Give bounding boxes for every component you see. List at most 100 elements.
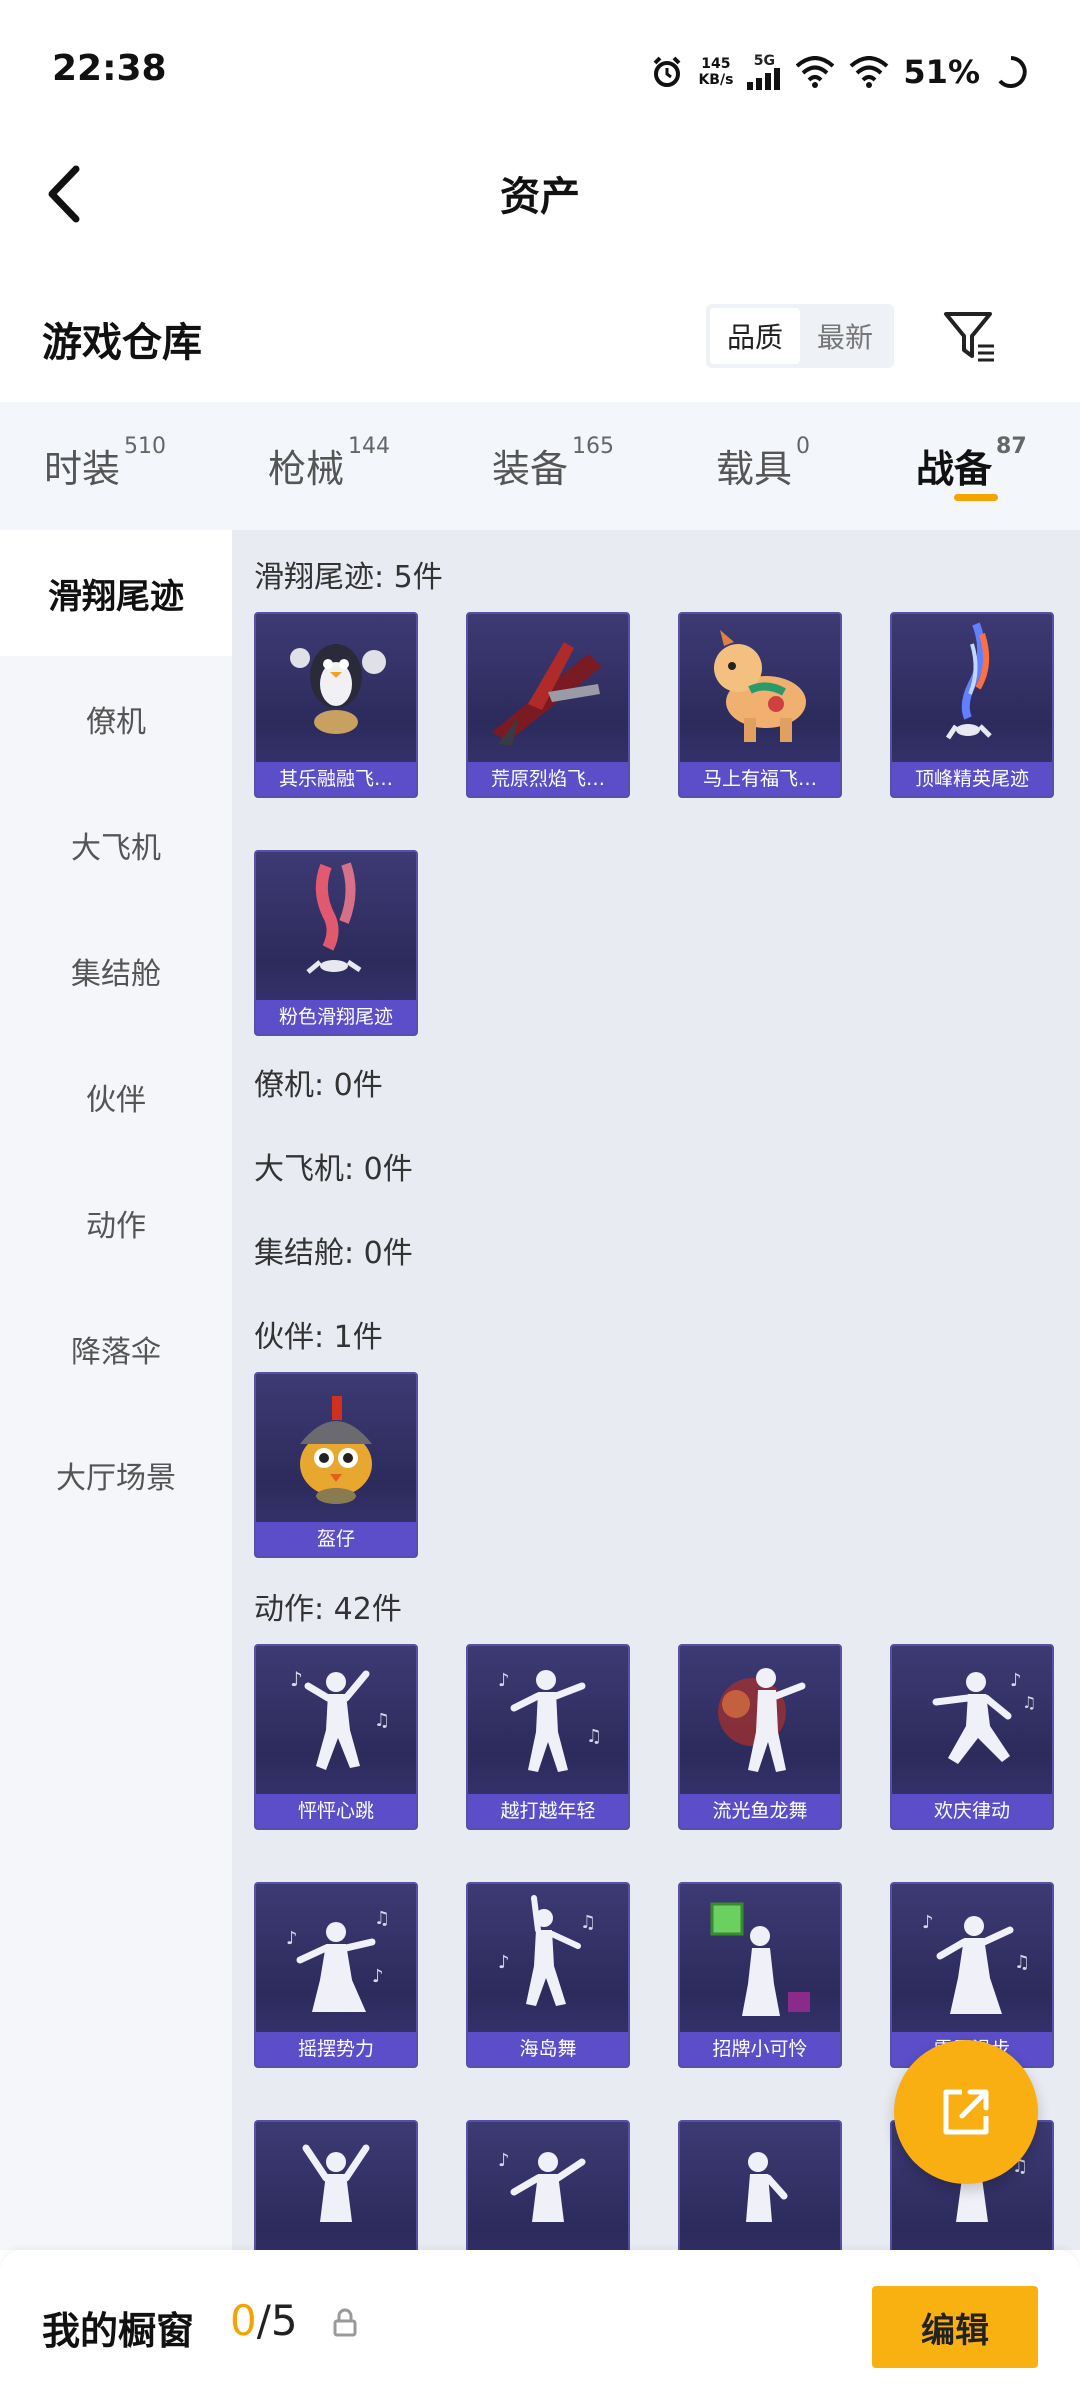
item-card[interactable]: 流光鱼龙舞 (678, 1644, 842, 1830)
sidebar-item-companion[interactable]: 伙伴 (0, 1034, 232, 1160)
cellular-signal: 5G (747, 54, 781, 90)
sidebar-item-pod[interactable]: 集结舱 (0, 908, 232, 1034)
filter-icon (944, 312, 994, 362)
status-icons: 145 KB/s 5G 51% (650, 50, 1028, 94)
section-heading-wingman: 僚机: 0件 (254, 1068, 383, 1103)
item-name: 欢庆律动 (892, 1794, 1052, 1828)
battery-icon (998, 56, 1027, 88)
tab-vehicles[interactable]: 载具0 (716, 434, 810, 493)
category-tabs: 时装510 枪械144 装备165 载具0 战备87 (0, 402, 1080, 530)
svg-text:♪: ♪ (922, 1912, 934, 1933)
item-card[interactable]: 盔仔 (254, 1372, 418, 1558)
item-card[interactable]: 马上有福飞… (678, 612, 842, 798)
dancer-silhouette-icon: ♪♫ (932, 1670, 1036, 1764)
svg-text:♪: ♪ (372, 1966, 384, 1987)
svg-text:♫: ♫ (374, 1908, 390, 1929)
pink-trail-art (306, 862, 362, 974)
dancer-silhouette-icon: ♪ (498, 2150, 586, 2222)
svg-text:♫: ♫ (586, 1726, 602, 1747)
showcase-label: 我的橱窗 (42, 2309, 195, 2353)
item-name: 招牌小可怜 (680, 2032, 840, 2066)
item-name: 马上有福飞… (680, 762, 840, 796)
dancer-silhouette-icon (710, 1902, 810, 2016)
tab-fashion[interactable]: 时装510 (44, 434, 166, 493)
item-card[interactable]: ♪ ♫ 欢庆律动 (890, 1644, 1054, 1830)
dancer-silhouette-icon: ♪ ♫ ♪ (286, 1908, 390, 2012)
sort-option-latest[interactable]: 最新 (800, 308, 890, 364)
dancer-silhouette-icon: ♪♫ (498, 1670, 602, 1772)
content-area: 滑翔尾迹: 5件 其乐融融飞… 荒原烈焰飞… 马上有福飞… 顶峰精英尾迹 粉色滑… (232, 530, 1080, 2250)
lock-icon (333, 2308, 357, 2337)
dancer-silhouette-icon (746, 2152, 788, 2222)
item-card[interactable]: ♪ ♫ 越打越年轻 (466, 1644, 630, 1830)
item-name: 荒原烈焰飞… (468, 762, 628, 796)
item-name: 海岛舞 (468, 2032, 628, 2066)
item-name: 越打越年轻 (468, 1794, 628, 1828)
sort-option-quality[interactable]: 品质 (710, 308, 800, 364)
svg-text:♪: ♪ (286, 1928, 298, 1949)
svg-text:♫: ♫ (374, 1710, 390, 1731)
penguin-trail-art (290, 644, 386, 734)
item-card[interactable]: 招牌小可怜 (678, 1882, 842, 2068)
section-title: 游戏仓库 (42, 320, 202, 366)
svg-text:♪: ♪ (498, 1670, 510, 1691)
item-name: 怦怦心跳 (256, 1794, 416, 1828)
item-card[interactable]: ♪ ♫ 海岛舞 (466, 1882, 630, 2068)
sidebar: 滑翔尾迹 僚机 大飞机 集结舱 伙伴 动作 降落伞 大厅场景 (0, 530, 232, 2250)
item-name: 其乐融融飞… (256, 762, 416, 796)
item-name: 顶峰精英尾迹 (892, 762, 1052, 796)
sidebar-item-parachute[interactable]: 降落伞 (0, 1286, 232, 1412)
battery-percent: 51% (903, 53, 980, 91)
horse-trail-art (714, 630, 806, 742)
sidebar-item-glide-trail[interactable]: 滑翔尾迹 (0, 530, 232, 656)
sort-toggle: 品质 最新 (706, 304, 894, 368)
showcase-count: 0/5 (230, 2296, 298, 2345)
item-card[interactable] (254, 2120, 418, 2250)
sidebar-item-emote[interactable]: 动作 (0, 1160, 232, 1286)
bottom-bar: 我的橱窗 0/5 编辑 (0, 2250, 1080, 2400)
item-card[interactable]: ♪ ♫ ♪ 摇摆势力 (254, 1882, 418, 2068)
svg-text:♪: ♪ (290, 1667, 303, 1691)
svg-text:♫: ♫ (1014, 1952, 1030, 1973)
item-card[interactable]: ♪ (466, 2120, 630, 2250)
filter-button[interactable] (940, 306, 1000, 366)
svg-text:♪: ♪ (498, 2150, 510, 2171)
wifi-icon (796, 56, 835, 88)
svg-text:♪: ♪ (1010, 1670, 1022, 1691)
item-card[interactable] (678, 2120, 842, 2250)
item-name: 摇摆势力 (256, 2032, 416, 2066)
status-time: 22:38 (52, 48, 167, 89)
net-speed: 145 KB/s (698, 56, 734, 88)
tab-equipment[interactable]: 装备165 (492, 434, 614, 493)
item-card[interactable]: ♪ ♫ 怦怦心跳 (254, 1644, 418, 1830)
item-card[interactable]: 粉色滑翔尾迹 (254, 850, 418, 1036)
item-card[interactable]: 其乐融融飞… (254, 612, 418, 798)
share-icon (943, 2089, 989, 2135)
dancer-silhouette-icon (718, 1668, 806, 1772)
svg-text:♫: ♫ (580, 1912, 596, 1933)
dancer-silhouette-icon (302, 2144, 370, 2222)
section-heading-companion: 伙伴: 1件 (254, 1320, 383, 1355)
section-heading-plane: 大飞机: 0件 (254, 1152, 413, 1187)
active-tab-indicator (954, 494, 998, 501)
item-card[interactable]: 荒原烈焰飞… (466, 612, 630, 798)
alarm-icon (654, 56, 681, 87)
header: 资产 (0, 140, 1080, 250)
tab-weapons[interactable]: 枪械144 (268, 434, 390, 493)
item-name: 盔仔 (256, 1522, 416, 1556)
dancer-silhouette-icon: ♪♫ (922, 1912, 1030, 2014)
svg-text:♪: ♪ (498, 1952, 510, 1973)
svg-text:♫: ♫ (1022, 1693, 1036, 1712)
edit-button[interactable]: 编辑 (872, 2286, 1038, 2368)
sidebar-item-plane[interactable]: 大飞机 (0, 782, 232, 908)
dancer-silhouette-icon: ♪♫ (498, 1895, 596, 2006)
sidebar-item-lobby-scene[interactable]: 大厅场景 (0, 1412, 232, 1538)
section-heading-pod: 集结舱: 0件 (254, 1236, 413, 1271)
tab-combat-gear[interactable]: 战备87 (916, 434, 1027, 493)
sidebar-item-wingman[interactable]: 僚机 (0, 656, 232, 782)
page-title: 资产 (500, 174, 580, 220)
share-fab[interactable] (894, 2040, 1038, 2184)
peak-elite-trail-art (945, 622, 992, 740)
item-card[interactable]: 顶峰精英尾迹 (890, 612, 1054, 798)
section-heading-glide-trail: 滑翔尾迹: 5件 (254, 560, 443, 595)
